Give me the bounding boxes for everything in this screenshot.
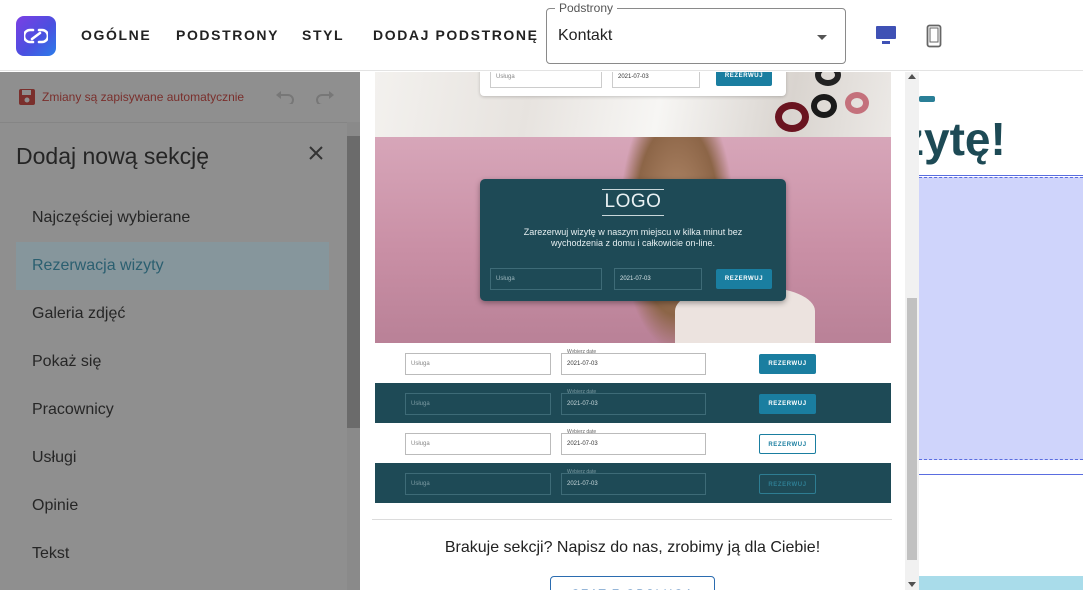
chevron-down-icon [817,35,827,40]
page-preview: zytę! [901,72,1083,590]
top-bar: OGÓLNE PODSTRONY STYL DODAJ PODSTRONĘ Po… [0,0,1083,71]
date-field: 2021-07-03 [561,473,706,495]
service-field: Usługa [405,393,551,415]
tab-dodaj-podstrone[interactable]: DODAJ PODSTRONĘ [373,27,539,43]
close-icon[interactable] [308,145,324,161]
desktop-view-button[interactable] [874,24,898,51]
autosave-text: Zmiany są zapisywane automatycznie [42,90,245,104]
decorative-stroke [919,96,935,102]
section-thumbnail-4[interactable]: Usługa Wybierz datę 2021-07-03 REZERWUJ [375,383,891,423]
redo-icon[interactable] [314,90,336,104]
tab-styl[interactable]: STYL [302,27,344,43]
chat-support-button[interactable]: CZAT Z OBSŁUGĄ [550,576,715,590]
panel-scrollbar-thumb[interactable] [347,136,360,428]
save-icon [19,89,35,105]
autosave-status: Zmiany są zapisywane automatycznie [18,88,244,106]
missing-section-text: Brakuje sekcji? Napisz do nas, zrobimy j… [444,539,821,556]
service-field: Usługa [405,433,551,455]
selected-section[interactable] [919,177,1083,460]
subpage-select[interactable]: Podstrony Kontakt [546,1,846,64]
card-description: Zarezerwuj wizytę w naszym miejscu w kil… [523,227,743,248]
service-field: Usługa [490,268,602,290]
scroll-down-icon[interactable] [908,582,916,587]
book-button: REZERWUJ [759,394,816,414]
category-pokaz-sie[interactable]: Pokaż się [16,338,329,386]
tab-ogolne[interactable]: OGÓLNE [81,27,151,43]
section-gallery: Usługa 2021-07-03 REZERWUJ LOGO Zarezerw… [360,72,919,590]
section-thumbnail-3[interactable]: Usługa Wybierz datę 2021-07-03 REZERWUJ [375,343,891,383]
book-button: REZERWUJ [716,72,772,86]
subpage-select-value: Kontakt [558,27,613,44]
mobile-view-button[interactable] [926,24,942,53]
section-thumbnail-6[interactable]: Usługa Wybierz datę 2021-07-03 REZERWUJ [375,463,891,503]
logo-divider [602,189,664,190]
category-pracownicy[interactable]: Pracownicy [16,386,329,434]
date-field: 2021-07-03 [561,433,706,455]
section-thumbnail-5[interactable]: Usługa Wybierz datę 2021-07-03 REZERWUJ [375,423,891,463]
add-section-panel: Dodaj nową sekcję Najczęściej wybierane … [0,122,347,590]
scrunchie-image [815,72,841,86]
gallery-scrollbar[interactable] [905,72,919,590]
gallery-scrollbar-thumb[interactable] [907,298,917,560]
book-button: REZERWUJ [716,269,772,289]
category-rezerwacja-wizyty[interactable]: Rezerwacja wizyty [16,242,329,290]
scrunchie-image [811,94,837,118]
app-logo-icon[interactable] [16,16,56,56]
book-button: REZERWUJ [759,474,816,494]
service-field: Usługa [405,353,551,375]
date-field: 2021-07-03 [561,353,706,375]
section-thumbnail-1[interactable]: Usługa 2021-07-03 REZERWUJ [375,72,891,137]
book-button: REZERWUJ [759,354,816,374]
panel-scrollbar[interactable] [347,122,360,590]
logo-text: LOGO [604,191,662,212]
panel-title: Dodaj nową sekcję [16,143,210,169]
category-galeria-zdjec[interactable]: Galeria zdjęć [16,290,329,338]
desktop-icon [876,26,896,44]
scrunchie-image [845,92,869,114]
service-field: Usługa [490,72,602,88]
category-opinie[interactable]: Opinie [16,482,329,530]
category-tekst[interactable]: Tekst [16,530,329,578]
divider [372,519,892,520]
section-thumbnail-2[interactable]: LOGO Zarezerwuj wizytę w naszym miejscu … [375,137,891,343]
date-field: 2021-07-03 [561,393,706,415]
subpage-select-legend: Podstrony [555,1,618,15]
booking-card: Usługa 2021-07-03 REZERWUJ [480,72,786,96]
mobile-icon [926,24,942,48]
scrunchie-image [775,102,809,132]
next-section [919,576,1083,590]
date-field: 2021-07-03 [612,72,700,88]
date-field: 2021-07-03 [614,268,702,290]
logo-divider [602,215,664,216]
category-najczesciej-wybierane[interactable]: Najczęściej wybierane [16,194,329,242]
book-button: REZERWUJ [759,434,816,454]
undo-icon[interactable] [274,90,296,104]
booking-card-dark: LOGO Zarezerwuj wizytę w naszym miejscu … [480,179,786,301]
left-panel: Zmiany są zapisywane automatycznie Dodaj… [0,72,360,590]
tab-podstrony[interactable]: PODSTRONY [176,27,279,43]
category-uslugi[interactable]: Usługi [16,434,329,482]
service-field: Usługa [405,473,551,495]
scroll-up-icon[interactable] [908,74,916,79]
